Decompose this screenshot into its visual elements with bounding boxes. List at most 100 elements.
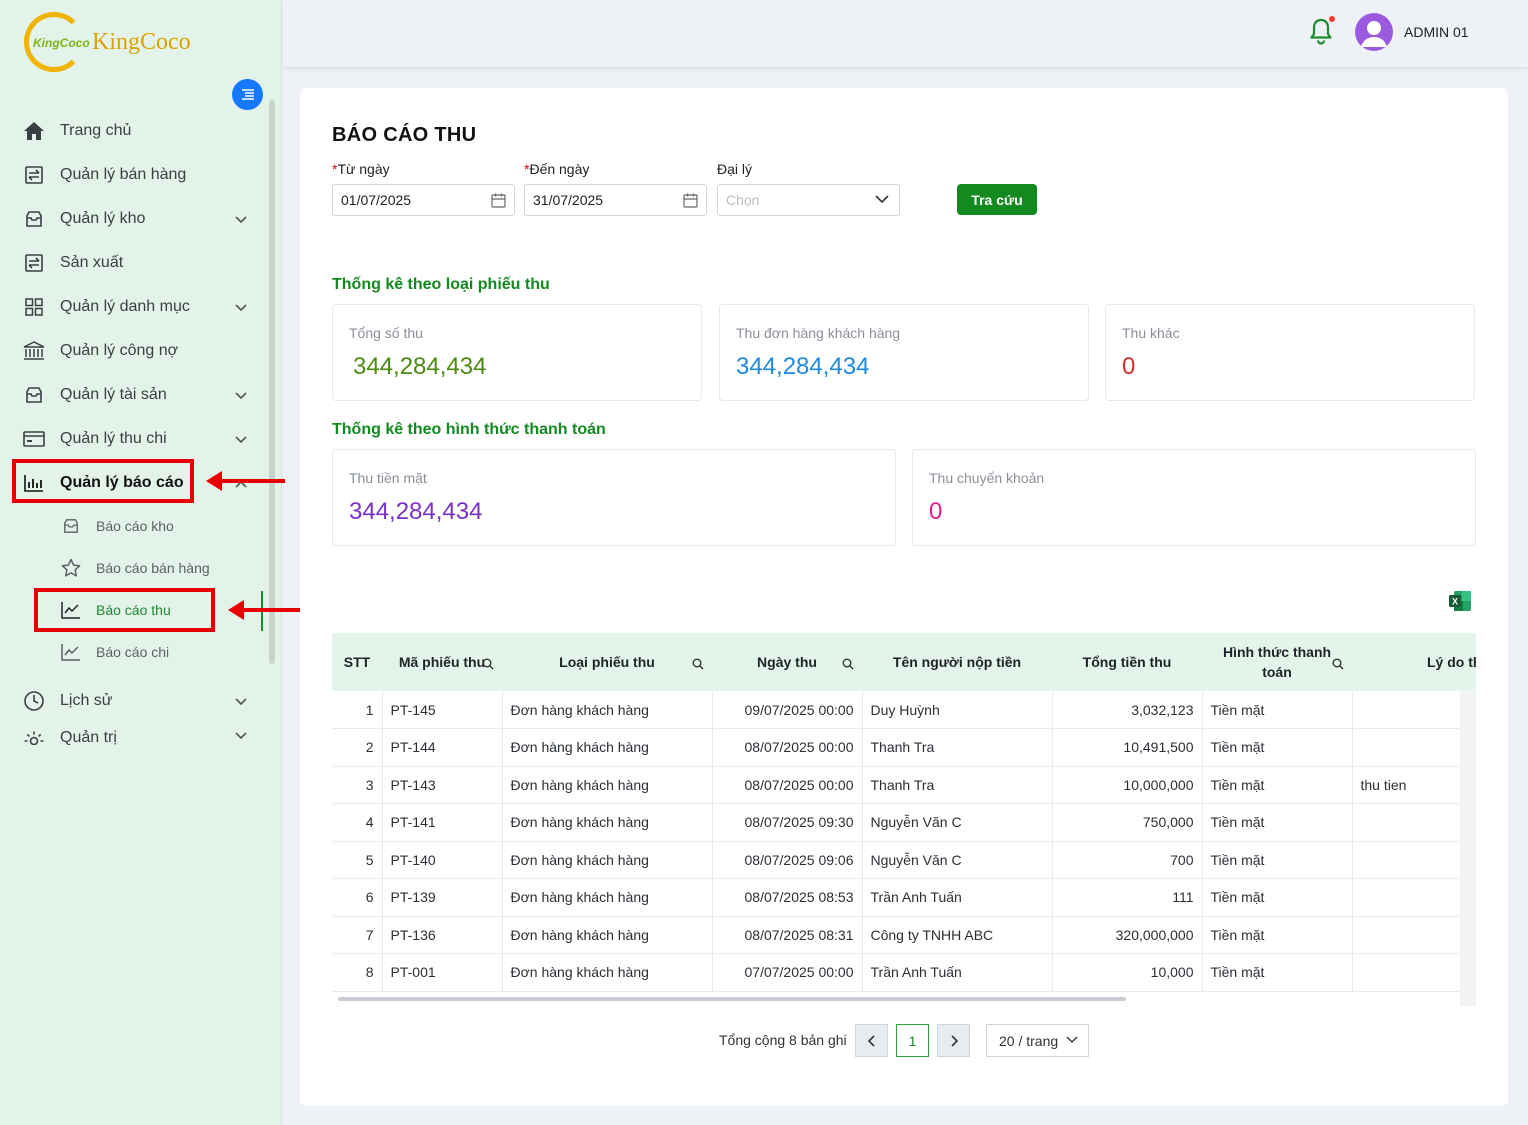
table-cell-ly-do-thu [1352, 878, 1476, 917]
sidebar-item-quan-tri[interactable]: Quản trị [0, 723, 265, 745]
svg-text:X: X [1452, 597, 1458, 607]
excel-export-icon[interactable]: X [1448, 590, 1472, 612]
home-icon [22, 119, 46, 143]
page-size-select[interactable]: 20 / trang [986, 1024, 1089, 1057]
collapse-sidebar-button[interactable] [232, 79, 263, 110]
table-cell-loai-phieu-thu: Đơn hàng khách hàng [502, 803, 713, 842]
to-date-label: *Đến ngày [524, 161, 590, 177]
table-cell-loai-phieu-thu: Đơn hàng khách hàng [502, 953, 713, 992]
table-row[interactable]: 8 PT-001 Đơn hàng khách hàng 07/07/2025 00:… [332, 953, 1476, 992]
table-cell-ma-phieu-thu: PT-139 [382, 878, 503, 917]
table-row[interactable]: 2 PT-144 Đơn hàng khách hàng 08/07/2025 00:… [332, 728, 1476, 767]
stat-type-card-thu-khac: Thu khác 0 [1105, 304, 1475, 401]
table-cell-tong-tien-thu: 10,000 [1052, 953, 1203, 992]
notification-bell-icon[interactable] [1309, 18, 1333, 46]
column-header-label: Lý do thu [1427, 654, 1476, 670]
table-cell-loai-phieu-thu: Đơn hàng khách hàng [502, 691, 713, 729]
sidebar-item-quan-ly-danh-muc[interactable]: Quản lý danh mục [0, 285, 265, 329]
to-date-input[interactable]: 31/07/2025 [524, 184, 707, 216]
table-row[interactable]: 1 PT-145 Đơn hàng khách hàng 09/07/2025 00:… [332, 691, 1476, 729]
table-cell-ly-do-thu [1352, 803, 1476, 842]
column-header-label: Loại phiếu thu [559, 654, 655, 670]
table-cell-hinh-thuc-thanh-toan: Tiền mặt [1202, 953, 1353, 992]
table-cell-stt: 3 [332, 766, 383, 804]
agent-label: Đại lý [717, 161, 753, 177]
table-cell-ten-nguoi-nop-tien: Nguyễn Văn C [862, 841, 1053, 879]
sidebar-subitem-bao-cao-kho[interactable]: Báo cáo kho [0, 505, 265, 547]
column-search-icon[interactable] [692, 655, 704, 675]
sidebar-item-quan-ly-ban-hang[interactable]: Quản lý bán hàng [0, 153, 265, 197]
table-cell-ten-nguoi-nop-tien: Thanh Tra [862, 728, 1053, 767]
stat-label: Thu tiền mặt [349, 470, 427, 486]
page-number-button[interactable]: 1 [896, 1024, 929, 1057]
clock-icon [22, 689, 46, 713]
username[interactable]: ADMIN 01 [1404, 24, 1469, 40]
chevron-down-icon [1066, 1036, 1078, 1043]
stat-value: 0 [1122, 353, 1136, 380]
sidebar-item-label: Quản lý bán hàng [60, 166, 187, 183]
logo[interactable]: KingCoco KingCoco [24, 12, 191, 72]
sidebar-item-quan-ly-cong-no[interactable]: Quản lý công nợ [0, 329, 265, 373]
next-page-button[interactable] [937, 1024, 970, 1057]
agent-select[interactable]: Chọn [717, 184, 900, 216]
bank-icon [22, 339, 46, 363]
avatar[interactable] [1355, 13, 1393, 51]
sidebar-menu: Trang chủ Quản lý bán hàng Quản lý kho Sản … [0, 109, 265, 745]
column-search-icon[interactable] [1332, 655, 1344, 675]
table-row[interactable]: 5 PT-140 Đơn hàng khách hàng 08/07/2025 09:… [332, 841, 1476, 879]
search-button[interactable]: Tra cứu [957, 184, 1037, 215]
table-cell-ma-phieu-thu: PT-144 [382, 728, 503, 767]
asset-icon [22, 383, 46, 407]
sidebar-subitem-label: Báo cáo chi [96, 644, 170, 660]
table-cell-ten-nguoi-nop-tien: Thanh Tra [862, 766, 1053, 804]
sidebar-subitem-bao-cao-chi[interactable]: Báo cáo chi [0, 631, 265, 673]
logo-mark-icon: KingCoco [24, 12, 90, 72]
table-cell-ngay-thu: 08/07/2025 08:31 [712, 916, 863, 954]
column-search-icon[interactable] [842, 655, 854, 675]
sidebar-scrollbar[interactable] [269, 100, 275, 664]
column-header-label: Tổng tiền thu [1082, 654, 1172, 670]
stat-label: Thu chuyển khoản [929, 470, 1045, 486]
sidebar-item-quan-ly-thu-chi[interactable]: Quản lý thu chi [0, 417, 265, 461]
sidebar-item-quan-ly-kho[interactable]: Quản lý kho [0, 197, 265, 241]
column-header-ngay-thu[interactable]: Ngày thu [712, 633, 862, 691]
table-cell-ma-phieu-thu: PT-140 [382, 841, 503, 879]
table-horizontal-scrollbar[interactable] [338, 997, 1126, 1001]
column-header-label: Mã phiếu thu [398, 654, 486, 670]
table-vertical-scroll-track[interactable] [1460, 690, 1476, 1006]
sidebar-item-lich-su[interactable]: Lịch sử [0, 679, 265, 723]
table-cell-stt: 1 [332, 691, 383, 729]
table-row[interactable]: 4 PT-141 Đơn hàng khách hàng 08/07/2025 09:… [332, 803, 1476, 842]
prev-page-button[interactable] [855, 1024, 888, 1057]
sidebar-item-quan-ly-tai-san[interactable]: Quản lý tài sản [0, 373, 265, 417]
chevron-right-icon [950, 1034, 958, 1047]
line-chart-icon [60, 641, 82, 663]
table-cell-hinh-thuc-thanh-toan: Tiền mặt [1202, 691, 1353, 729]
column-search-icon[interactable] [482, 655, 494, 675]
column-header-tong-tien-thu[interactable]: Tổng tiền thu [1052, 633, 1202, 691]
page-title: BÁO CÁO THU [332, 124, 477, 146]
warehouse-icon [22, 207, 46, 231]
table-cell-hinh-thuc-thanh-toan: Tiền mặt [1202, 878, 1353, 917]
sidebar-item-trang-chu[interactable]: Trang chủ [0, 109, 265, 153]
column-header-ten-nguoi-nop-tien[interactable]: Tên người nộp tiền [862, 633, 1052, 691]
column-header-hinh-thuc-thanh-toan[interactable]: Hình thức thanh toán [1202, 633, 1352, 691]
column-header-loai-phieu-thu[interactable]: Loại phiếu thu [502, 633, 712, 691]
sidebar-item-san-xuat[interactable]: Sản xuất [0, 241, 265, 285]
table-row[interactable]: 3 PT-143 Đơn hàng khách hàng 08/07/2025 00:… [332, 766, 1476, 804]
stat-payment-card-thu-tien-mat: Thu tiền mặt 344,284,434 [332, 449, 896, 546]
stat-value: 344,284,434 [353, 353, 487, 380]
table-cell-ly-do-thu: thu tien [1352, 766, 1476, 804]
settings-icon [22, 729, 46, 745]
table-row[interactable]: 6 PT-139 Đơn hàng khách hàng 08/07/2025 08:… [332, 878, 1476, 917]
column-header-ma-phieu-thu[interactable]: Mã phiếu thu [382, 633, 502, 691]
column-header-ly-do-thu[interactable]: Lý do thu [1352, 633, 1476, 691]
sidebar-item-label: Quản lý thu chi [60, 430, 167, 447]
column-header-stt[interactable]: STT [332, 633, 382, 691]
table-cell-ly-do-thu [1352, 841, 1476, 879]
table-cell-hinh-thuc-thanh-toan: Tiền mặt [1202, 916, 1353, 954]
from-date-input[interactable]: 01/07/2025 [332, 184, 515, 216]
chevron-down-icon [235, 392, 247, 400]
table-row[interactable]: 7 PT-136 Đơn hàng khách hàng 08/07/2025 08:… [332, 916, 1476, 954]
sidebar-subitem-bao-cao-ban-hang[interactable]: Báo cáo bán hàng [0, 547, 265, 589]
